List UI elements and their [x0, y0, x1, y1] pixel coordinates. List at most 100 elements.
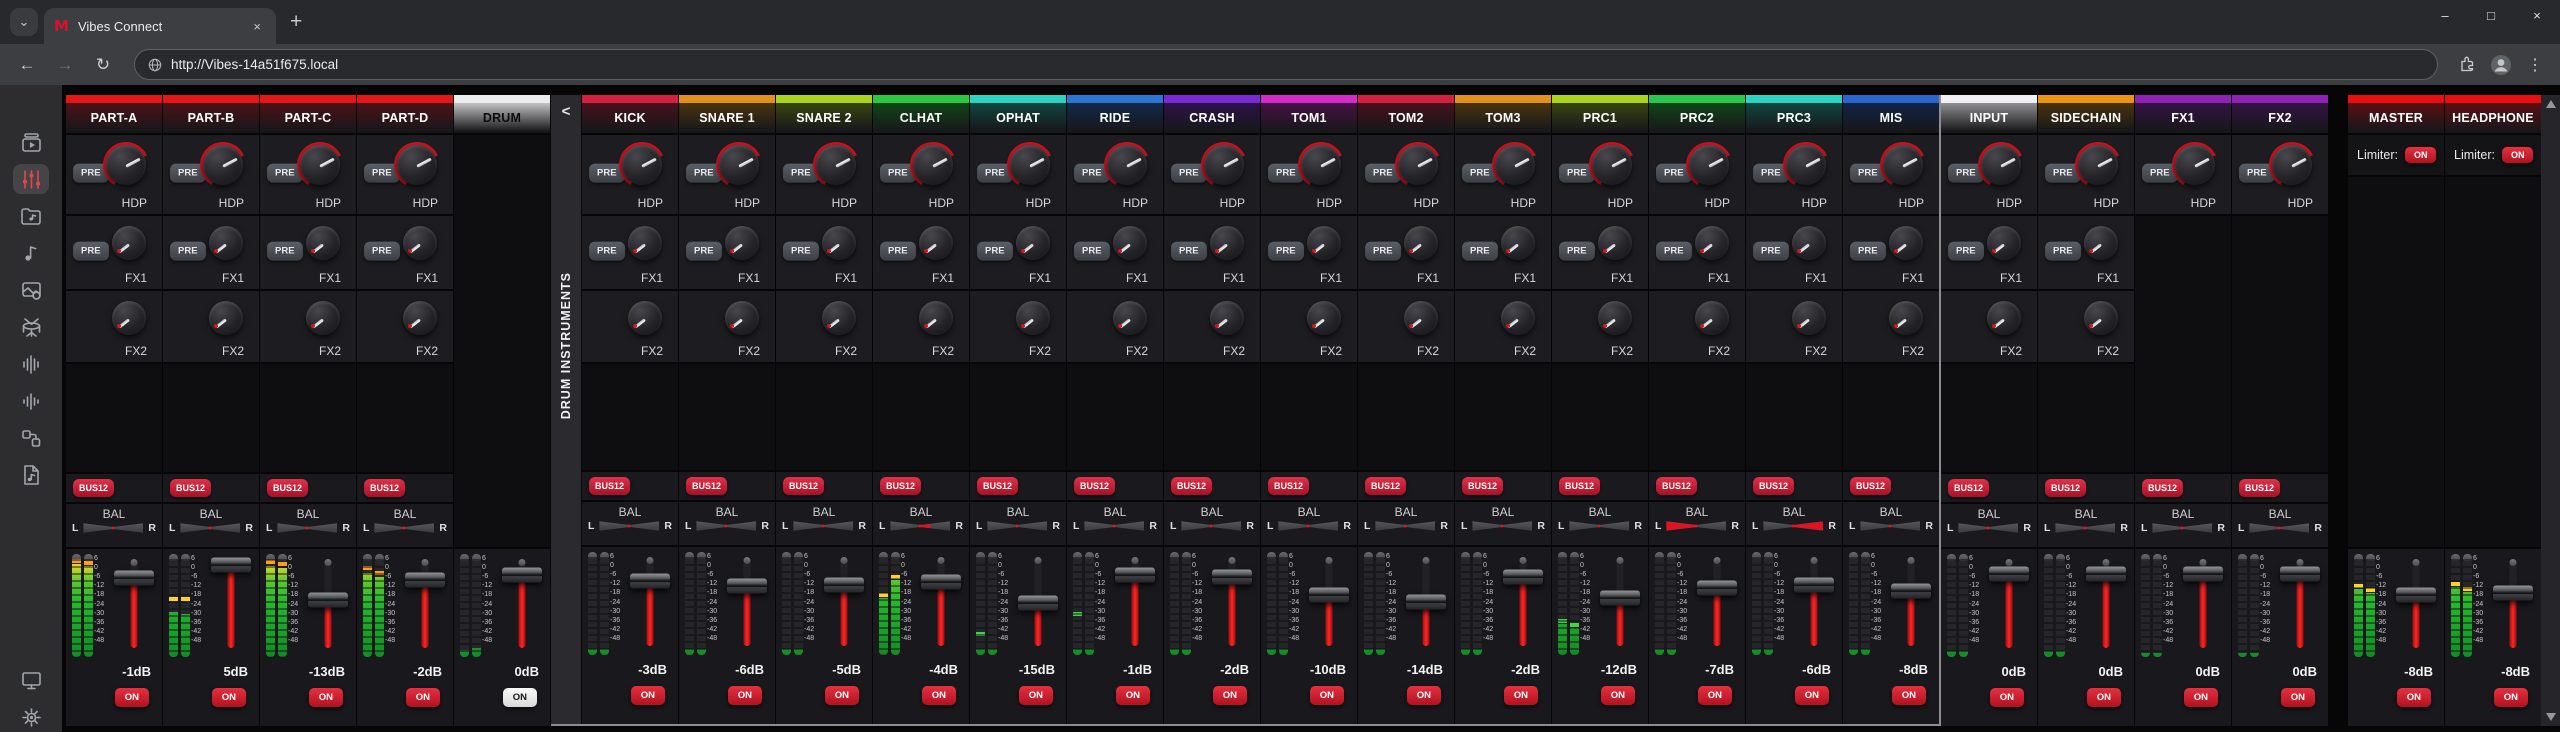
fader-handle[interactable]	[2280, 567, 2320, 582]
balance-slider[interactable]	[2152, 522, 2212, 534]
pre-button-fx1[interactable]: PRE	[1365, 241, 1401, 260]
bus-assign-badge[interactable]: BUS12	[1462, 477, 1503, 495]
fader-handle[interactable]	[1309, 588, 1349, 603]
sidebar-item-display[interactable]	[13, 665, 49, 695]
fader-handle[interactable]	[308, 592, 348, 607]
knob-fx2[interactable]	[1207, 298, 1247, 338]
balance-slider[interactable]	[2055, 522, 2115, 534]
volume-fader[interactable]	[2177, 554, 2229, 657]
knob-fx1[interactable]	[1984, 223, 2024, 263]
knob-fx2[interactable]	[819, 298, 859, 338]
balance-slider[interactable]	[599, 520, 659, 532]
channel-on-button[interactable]: ON	[922, 686, 956, 705]
pre-button-fx1[interactable]: PRE	[1171, 241, 1207, 260]
channel-on-button[interactable]: ON	[1892, 686, 1926, 705]
knob-hdp[interactable]	[1686, 142, 1732, 188]
balance-slider[interactable]	[180, 522, 240, 534]
fader-handle[interactable]	[1600, 590, 1640, 605]
volume-fader[interactable]	[1691, 552, 1743, 655]
fader-handle[interactable]	[1018, 596, 1058, 611]
balance-slider[interactable]	[696, 520, 756, 532]
knob-fx1[interactable]	[109, 223, 149, 263]
fader-handle[interactable]	[2493, 585, 2533, 600]
balance-slider[interactable]	[277, 522, 337, 534]
balance-slider[interactable]	[1860, 520, 1920, 532]
site-info-globe-icon[interactable]	[148, 58, 162, 72]
bus-assign-badge[interactable]: BUS12	[1753, 477, 1794, 495]
knob-fx2[interactable]	[1110, 298, 1150, 338]
knob-hdp[interactable]	[1783, 142, 1829, 188]
knob-hdp[interactable]	[619, 142, 665, 188]
knob-hdp[interactable]	[1395, 142, 1441, 188]
knob-hdp[interactable]	[394, 142, 440, 188]
knob-fx1[interactable]	[303, 223, 343, 263]
back-button[interactable]: ←	[12, 50, 42, 80]
bus-assign-badge[interactable]: BUS12	[1171, 477, 1212, 495]
fader-handle[interactable]	[2183, 567, 2223, 582]
balance-slider[interactable]	[2249, 522, 2309, 534]
fader-handle[interactable]	[2086, 567, 2126, 582]
fader-handle[interactable]	[1794, 578, 1834, 593]
sidebar-item-settings[interactable]	[13, 702, 49, 732]
sidebar-item-waveform-b[interactable]	[13, 386, 49, 416]
volume-fader[interactable]	[1400, 552, 1452, 655]
knob-fx2[interactable]	[1692, 298, 1732, 338]
fader-handle[interactable]	[502, 568, 542, 583]
scroll-down-icon[interactable]	[2546, 713, 2556, 721]
knob-fx1[interactable]	[206, 223, 246, 263]
volume-fader[interactable]	[818, 552, 870, 655]
volume-fader[interactable]	[1012, 552, 1064, 655]
balance-slider[interactable]	[1375, 520, 1435, 532]
pre-button-fx1[interactable]: PRE	[880, 241, 916, 260]
fader-handle[interactable]	[1115, 567, 1155, 582]
bus-assign-badge[interactable]: BUS12	[1948, 479, 1989, 497]
pre-button-fx1[interactable]: PRE	[364, 241, 400, 260]
balance-slider[interactable]	[890, 520, 950, 532]
pre-button-fx1[interactable]: PRE	[1462, 241, 1498, 260]
knob-hdp[interactable]	[1298, 142, 1344, 188]
sidebar-item-drumkit[interactable]	[13, 312, 49, 342]
knob-fx2[interactable]	[1984, 298, 2024, 338]
channel-on-button[interactable]: ON	[212, 688, 246, 707]
knob-fx1[interactable]	[1498, 223, 1538, 263]
bus-assign-badge[interactable]: BUS12	[1268, 477, 1309, 495]
pre-button-fx1[interactable]: PRE	[1948, 241, 1984, 260]
fader-handle[interactable]	[824, 577, 864, 592]
fader-handle[interactable]	[921, 574, 961, 589]
knob-fx1[interactable]	[1789, 223, 1829, 263]
profile-avatar[interactable]	[2488, 52, 2514, 78]
forward-button[interactable]: →	[50, 50, 80, 80]
bus-assign-badge[interactable]: BUS12	[880, 477, 921, 495]
knob-fx1[interactable]	[1304, 223, 1344, 263]
fader-handle[interactable]	[630, 574, 670, 589]
fader-handle[interactable]	[114, 570, 154, 585]
channel-on-button[interactable]: ON	[1504, 686, 1538, 705]
bus-assign-badge[interactable]: BUS12	[589, 477, 630, 495]
channel-on-button[interactable]: ON	[503, 688, 537, 707]
pre-button-fx1[interactable]: PRE	[267, 241, 303, 260]
pre-button-fx1[interactable]: PRE	[589, 241, 625, 260]
channel-on-button[interactable]: ON	[631, 686, 665, 705]
bus-assign-badge[interactable]: BUS12	[2045, 479, 2086, 497]
bus-assign-badge[interactable]: BUS12	[1656, 477, 1697, 495]
knob-fx2[interactable]	[625, 298, 665, 338]
volume-fader[interactable]	[721, 552, 773, 655]
knob-fx1[interactable]	[1110, 223, 1150, 263]
channel-on-button[interactable]: ON	[2397, 688, 2431, 707]
window-close-button[interactable]: ×	[2514, 0, 2560, 30]
volume-fader[interactable]	[1206, 552, 1258, 655]
sidebar-item-library[interactable]	[13, 127, 49, 157]
knob-fx2[interactable]	[206, 298, 246, 338]
knob-fx2[interactable]	[1886, 298, 1926, 338]
pre-button-fx1[interactable]: PRE	[686, 241, 722, 260]
pre-button-fx1[interactable]: PRE	[1559, 241, 1595, 260]
channel-on-button[interactable]: ON	[115, 688, 149, 707]
knob-hdp[interactable]	[2269, 142, 2315, 188]
channel-on-button[interactable]: ON	[1019, 686, 1053, 705]
knob-hdp[interactable]	[2172, 142, 2218, 188]
reload-button[interactable]: ↻	[88, 50, 118, 80]
channel-on-button[interactable]: ON	[1407, 686, 1441, 705]
limiter-on-button[interactable]: ON	[2405, 147, 2437, 163]
bus-assign-badge[interactable]: BUS12	[267, 479, 308, 497]
knob-fx1[interactable]	[1401, 223, 1441, 263]
